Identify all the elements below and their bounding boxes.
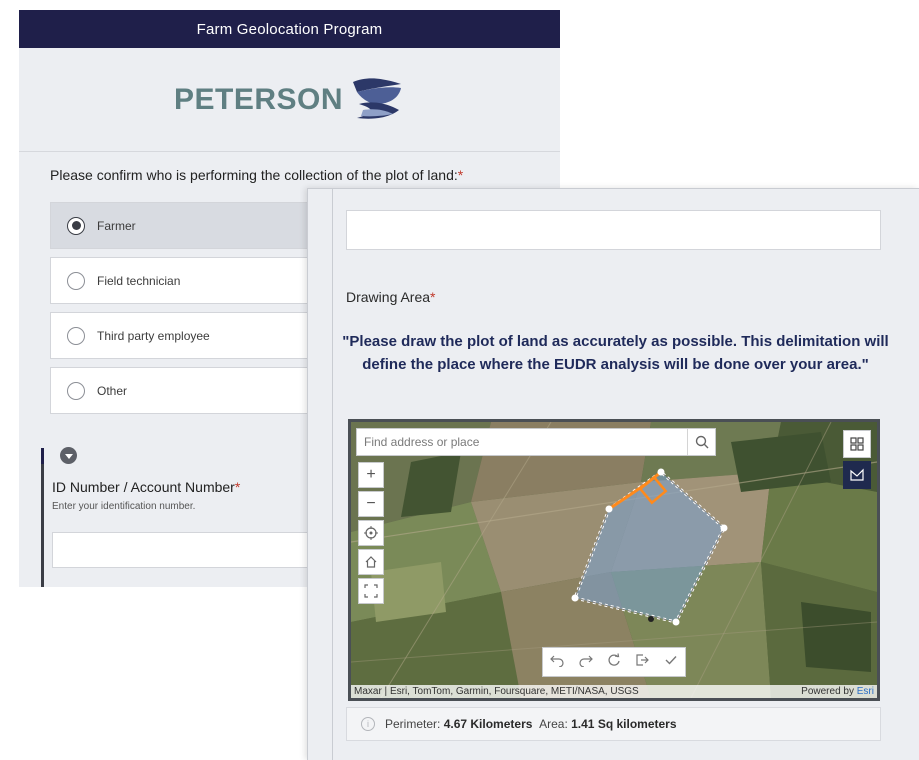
radio-empty-icon [67, 326, 85, 345]
id-number-label: ID Number / Account Number* [52, 479, 240, 495]
option-label: Third party employee [97, 328, 210, 343]
section-divider [41, 448, 44, 587]
text-input[interactable] [346, 210, 881, 250]
search-icon[interactable] [687, 429, 715, 455]
option-farmer[interactable]: Farmer [50, 202, 350, 249]
powered-by: Powered by Esri [801, 686, 874, 697]
instructions-bold: EUDR [553, 356, 597, 373]
option-label: Field technician [97, 273, 181, 288]
drawing-area-title: Drawing Area* [346, 289, 436, 305]
option-label: Other [97, 383, 128, 398]
drawing-instructions: "Please draw the plot of land as accurat… [338, 330, 893, 376]
home-icon[interactable] [358, 549, 384, 575]
attribution-text: Maxar | Esri, TomTom, Garmin, Foursquare… [354, 686, 639, 697]
info-icon: i [361, 717, 375, 731]
map-search[interactable] [356, 428, 716, 456]
fullscreen-icon[interactable] [358, 578, 384, 604]
sketch-tool-icon[interactable] [843, 461, 871, 489]
drawing-area-title-text: Drawing Area [346, 289, 431, 305]
instructions-text-end: analysis will be done over your area." [596, 356, 869, 373]
radio-empty-icon [67, 381, 85, 400]
collector-question: Please confirm who is performing the col… [50, 167, 463, 183]
map-panel: Drawing Area* "Please draw the plot of l… [307, 188, 919, 760]
redo-icon[interactable] [578, 653, 593, 672]
map-attribution: Maxar | Esri, TomTom, Garmin, Foursquare… [351, 685, 877, 698]
id-number-hint: Enter your identification number. [52, 501, 196, 512]
option-field-technician[interactable]: Field technician [50, 257, 350, 304]
map-right-toolbar [843, 430, 871, 492]
exit-icon[interactable] [635, 653, 650, 672]
option-label: Farmer [97, 218, 136, 233]
esri-link[interactable]: Esri [857, 686, 874, 697]
company-logo-text: PETERSON [173, 82, 344, 116]
required-mark: * [457, 167, 464, 183]
radio-selected-icon [67, 216, 85, 235]
option-third-party-employee[interactable]: Third party employee [50, 312, 350, 359]
basemap-gallery-icon[interactable] [843, 430, 871, 458]
app-header: Farm Geolocation Program [19, 10, 560, 48]
powered-by-text: Powered by [801, 686, 857, 697]
sketch-toolbar [542, 647, 686, 677]
collapse-section-icon[interactable] [60, 447, 77, 464]
collector-question-label: Please confirm who is performing the col… [50, 167, 458, 183]
measurement-bar: i Perimeter: 4.67 Kilometers Area: 1.41 … [346, 707, 881, 741]
radio-empty-icon [67, 271, 85, 290]
locate-icon[interactable] [358, 520, 384, 546]
undo-icon[interactable] [550, 653, 564, 672]
required-mark: * [234, 479, 241, 495]
required-mark: * [430, 289, 436, 305]
wave-logo-icon [353, 77, 402, 119]
reset-icon[interactable] [607, 652, 621, 672]
area-value: 1.41 Sq kilometers [571, 717, 677, 731]
logo-row: PETERSON [19, 48, 560, 152]
check-icon[interactable] [664, 653, 678, 672]
map-view[interactable]: + − M [348, 419, 880, 701]
option-other[interactable]: Other [50, 367, 350, 414]
map-toolbar: + − [358, 462, 384, 607]
app-title: Farm Geolocation Program [196, 20, 383, 38]
perimeter-label: Perimeter: [385, 717, 441, 731]
zoom-in-icon[interactable]: + [358, 462, 384, 488]
perimeter-value: 4.67 Kilometers [443, 717, 533, 731]
area-label: Area: [539, 717, 568, 731]
panel-rule [332, 189, 333, 760]
id-number-label-text: ID Number / Account Number [52, 479, 235, 495]
zoom-out-icon[interactable]: − [358, 491, 384, 517]
id-number-input[interactable] [52, 532, 332, 568]
map-search-input[interactable] [357, 429, 687, 455]
